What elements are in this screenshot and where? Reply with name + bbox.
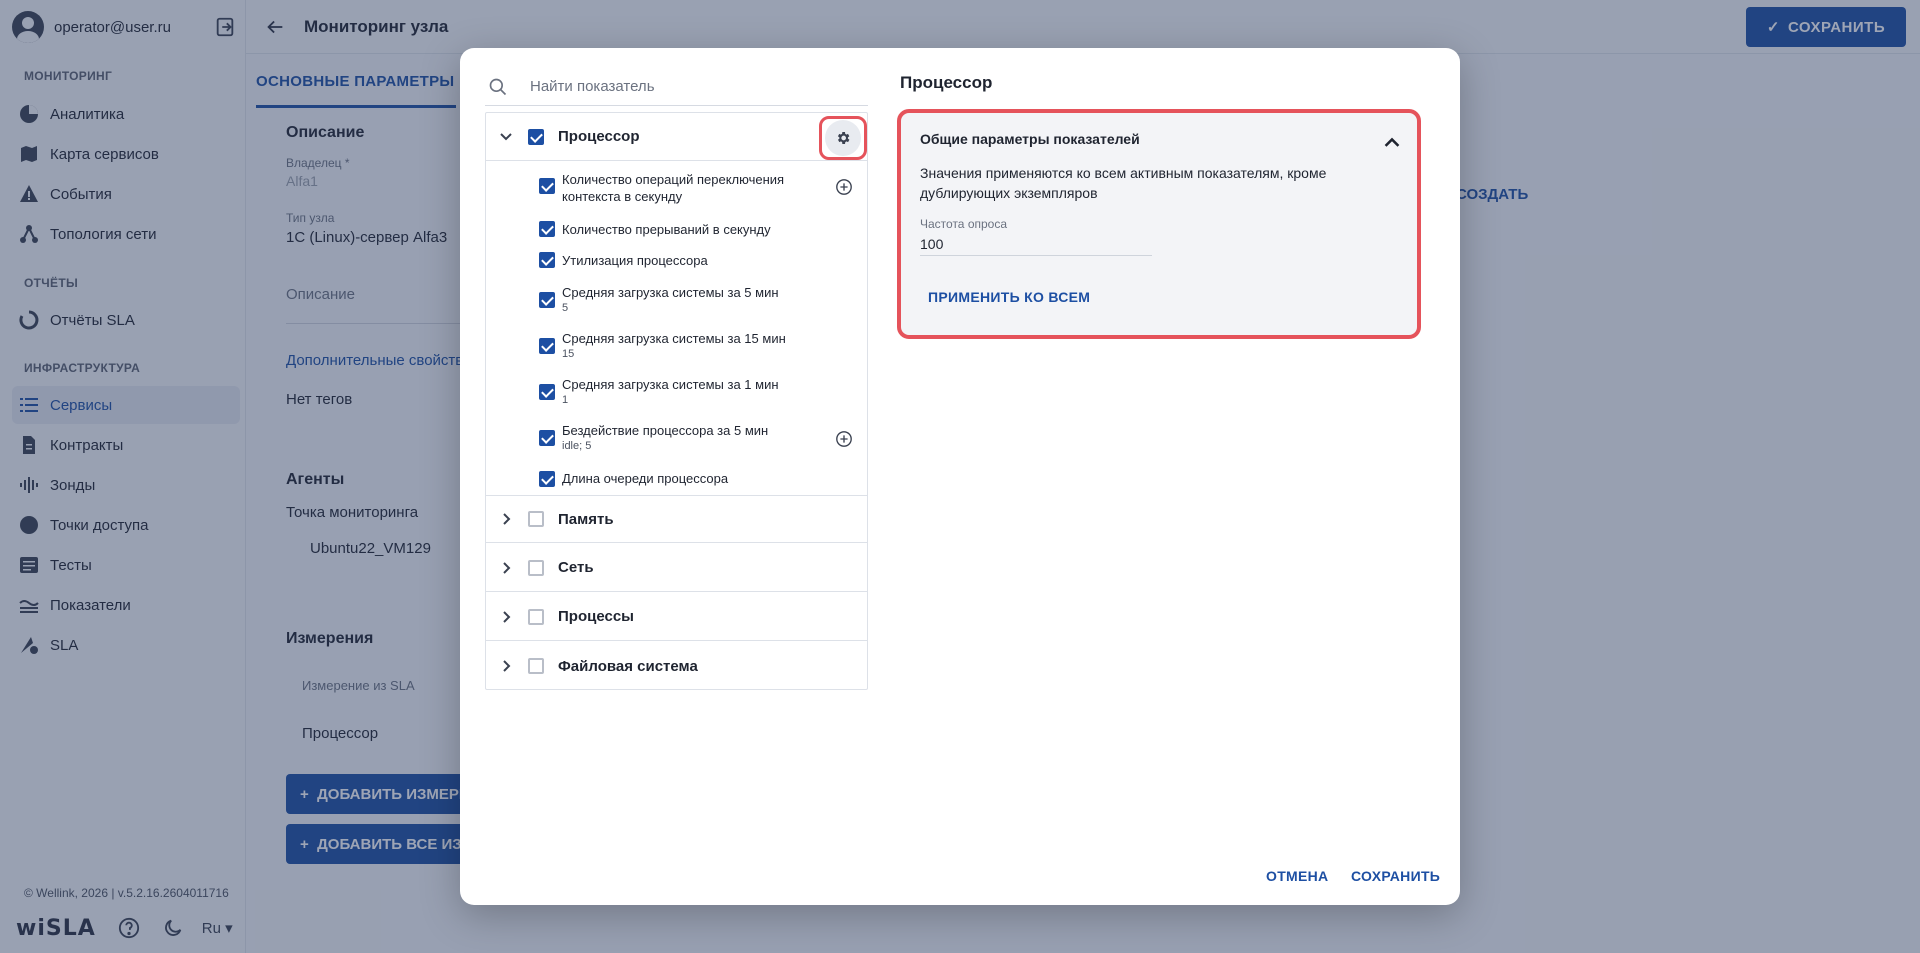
metric-checkbox[interactable] [539, 292, 555, 308]
poll-frequency-input[interactable] [920, 232, 1152, 256]
apply-to-all-button[interactable]: ПРИМЕНИТЬ КО ВСЕМ [928, 289, 1090, 305]
poll-frequency-label: Частота опроса [920, 217, 1008, 231]
chevron-right-icon[interactable] [496, 607, 516, 627]
panel-title: Процессор [900, 73, 993, 92]
metric-label: Утилизация процессора [562, 253, 708, 268]
metric-checkbox[interactable] [539, 178, 555, 194]
metric-sub: idle; 5 [562, 440, 592, 452]
group-label: Сеть [558, 559, 594, 576]
group-processor[interactable]: Процессор [486, 113, 867, 161]
metric-name: Средняя загрузка системы за 15 мин [562, 331, 786, 346]
metric-sub: 1 [562, 394, 569, 406]
metric-checkbox[interactable] [539, 221, 555, 237]
metrics-dialog: Процессор Количество операций переключен… [460, 48, 1460, 905]
group-checkbox[interactable] [528, 128, 544, 145]
gear-icon [837, 132, 850, 144]
metric-label: Бездействие процессора за 5 мин idle; 5 [562, 422, 812, 453]
metric-label: Средняя загрузка системы за 1 мин 1 [562, 376, 812, 407]
group-label: Процессор [558, 128, 640, 145]
metric-checkbox[interactable] [539, 338, 555, 354]
group-memory[interactable]: Память [486, 495, 867, 543]
metric-sub: 5 [562, 302, 569, 314]
search-icon [489, 78, 507, 95]
cancel-button[interactable]: ОТМЕНА [1266, 868, 1328, 884]
group-label: Файловая система [558, 657, 698, 675]
metric-checkbox[interactable] [539, 384, 555, 400]
group-settings-button[interactable] [825, 120, 861, 156]
group-checkbox[interactable] [528, 608, 544, 625]
group-label: Процессы [558, 608, 634, 625]
search-row [485, 68, 868, 106]
group-network[interactable]: Сеть [486, 544, 867, 592]
metric-checkbox[interactable] [539, 252, 555, 268]
chevron-right-icon[interactable] [496, 656, 516, 676]
settings-highlight [819, 116, 867, 160]
metric-name: Средняя загрузка системы за 1 мин [562, 377, 779, 392]
search-input[interactable] [530, 78, 850, 95]
common-params-box: Общие параметры показателей Значения при… [897, 109, 1421, 339]
chevron-down-icon[interactable] [496, 127, 516, 147]
metric-name: Бездействие процессора за 5 мин [562, 423, 769, 438]
add-circle-icon[interactable] [835, 430, 853, 448]
metric-label: Средняя загрузка системы за 5 мин 5 [562, 284, 812, 315]
metric-checkbox[interactable] [539, 471, 555, 487]
metric-sub: 15 [562, 348, 575, 360]
group-checkbox[interactable] [528, 511, 544, 527]
metric-label: Средняя загрузка системы за 15 мин 15 [562, 330, 812, 361]
chevron-right-icon[interactable] [496, 509, 516, 529]
metrics-tree: Процессор Количество операций переключен… [485, 112, 868, 690]
metric-checkbox[interactable] [539, 430, 555, 446]
chevron-up-icon[interactable] [1383, 133, 1401, 151]
group-filesystem[interactable]: Файловая система [486, 642, 867, 690]
chevron-right-icon[interactable] [496, 558, 516, 578]
metric-name: Средняя загрузка системы за 5 мин [562, 285, 779, 300]
group-processes[interactable]: Процессы [486, 593, 867, 641]
metric-label: Длина очереди процессора [562, 471, 729, 486]
add-circle-icon[interactable] [835, 178, 853, 196]
common-params-title: Общие параметры показателей [920, 131, 1140, 147]
group-checkbox[interactable] [528, 658, 544, 674]
group-checkbox[interactable] [528, 559, 544, 576]
dialog-save-button[interactable]: СОХРАНИТЬ [1351, 868, 1440, 884]
metric-label: Количество прерываний в секунду [562, 222, 771, 237]
common-params-description: Значения применяются ко всем активным по… [920, 165, 1327, 201]
group-label: Память [558, 510, 614, 528]
metric-label: Количество операций переключения контекс… [562, 172, 785, 204]
